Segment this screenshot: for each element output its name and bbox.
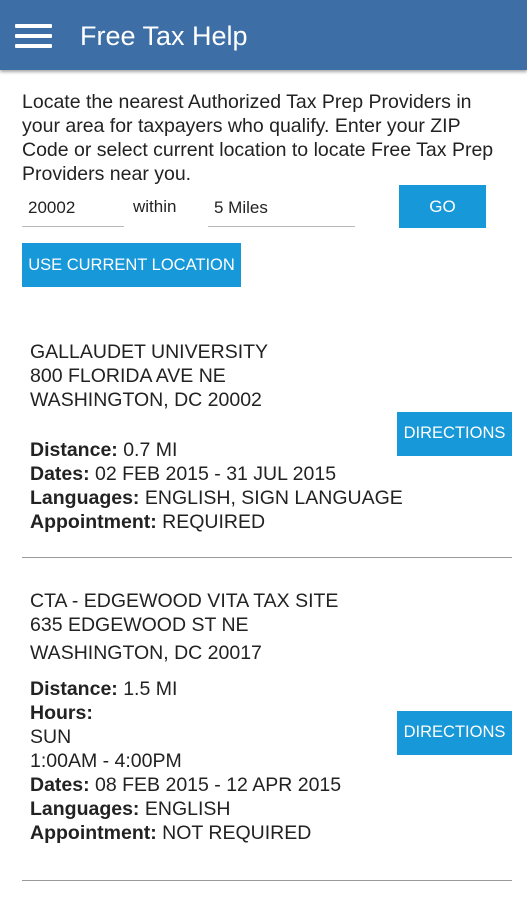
hours-time: 1:00AM - 4:00PM bbox=[30, 750, 182, 772]
dates-row: Dates: 08 FEB 2015 - 12 APR 2015 bbox=[30, 773, 341, 797]
hours-row: Hours: bbox=[30, 701, 341, 725]
provider-address-line1: 800 FLORIDA AVE NE bbox=[30, 365, 226, 387]
languages-value: ENGLISH, SIGN LANGUAGE bbox=[144, 487, 403, 509]
languages-label: Languages: bbox=[30, 487, 140, 509]
languages-row: Languages: ENGLISH bbox=[30, 797, 341, 821]
dates-label: Dates: bbox=[30, 774, 90, 796]
appointment-row: Appointment: REQUIRED bbox=[30, 510, 403, 534]
hamburger-menu-icon[interactable] bbox=[15, 24, 52, 48]
divider bbox=[22, 880, 512, 881]
appointment-row: Appointment: NOT REQUIRED bbox=[30, 821, 341, 845]
appointment-label: Appointment: bbox=[30, 511, 157, 533]
distance-label: Distance: bbox=[30, 439, 118, 461]
appointment-label: Appointment: bbox=[30, 822, 157, 844]
languages-label: Languages: bbox=[30, 798, 140, 820]
distance-row: Distance: 1.5 MI bbox=[30, 677, 341, 701]
languages-row: Languages: ENGLISH, SIGN LANGUAGE bbox=[30, 486, 403, 510]
zip-input[interactable]: 20002 bbox=[22, 189, 124, 227]
provider-name: CTA - EDGEWOOD VITA TAX SITE bbox=[30, 590, 339, 612]
dates-label: Dates: bbox=[30, 463, 90, 485]
dates-value: 02 FEB 2015 - 31 JUL 2015 bbox=[95, 463, 337, 485]
provider-address-line1: 635 EDGEWOOD ST NE bbox=[30, 614, 249, 636]
appointment-value: REQUIRED bbox=[162, 511, 266, 533]
result-card: GALLAUDET UNIVERSITY 800 FLORIDA AVE NE … bbox=[30, 340, 403, 534]
intro-text: Locate the nearest Authorized Tax Prep P… bbox=[22, 91, 494, 185]
distance-value: 0.7 MI bbox=[123, 439, 178, 461]
directions-button[interactable]: DIRECTIONS bbox=[397, 711, 512, 755]
dates-row: Dates: 02 FEB 2015 - 31 JUL 2015 bbox=[30, 462, 403, 486]
result-card: CTA - EDGEWOOD VITA TAX SITE 635 EDGEWOO… bbox=[30, 589, 341, 845]
go-button[interactable]: GO bbox=[399, 185, 486, 228]
app-bar: Free Tax Help bbox=[0, 0, 527, 70]
dates-value: 08 FEB 2015 - 12 APR 2015 bbox=[95, 774, 342, 796]
range-select[interactable]: 5 Miles bbox=[208, 189, 355, 227]
divider bbox=[22, 557, 512, 558]
hours-label: Hours: bbox=[30, 702, 93, 724]
hours-day: SUN bbox=[30, 726, 72, 748]
provider-name: GALLAUDET UNIVERSITY bbox=[30, 341, 269, 363]
provider-address-line2: WASHINGTON, DC 20017 bbox=[30, 642, 262, 664]
provider-address-line2: WASHINGTON, DC 20002 bbox=[30, 389, 262, 411]
languages-value: ENGLISH bbox=[144, 798, 231, 820]
use-current-location-button[interactable]: USE CURRENT LOCATION bbox=[22, 243, 241, 287]
page-title: Free Tax Help bbox=[80, 21, 248, 51]
within-label: within bbox=[133, 197, 177, 216]
distance-label: Distance: bbox=[30, 678, 118, 700]
distance-value: 1.5 MI bbox=[123, 678, 178, 700]
appointment-value: NOT REQUIRED bbox=[162, 822, 312, 844]
directions-button[interactable]: DIRECTIONS bbox=[397, 412, 512, 456]
distance-row: Distance: 0.7 MI bbox=[30, 438, 403, 462]
